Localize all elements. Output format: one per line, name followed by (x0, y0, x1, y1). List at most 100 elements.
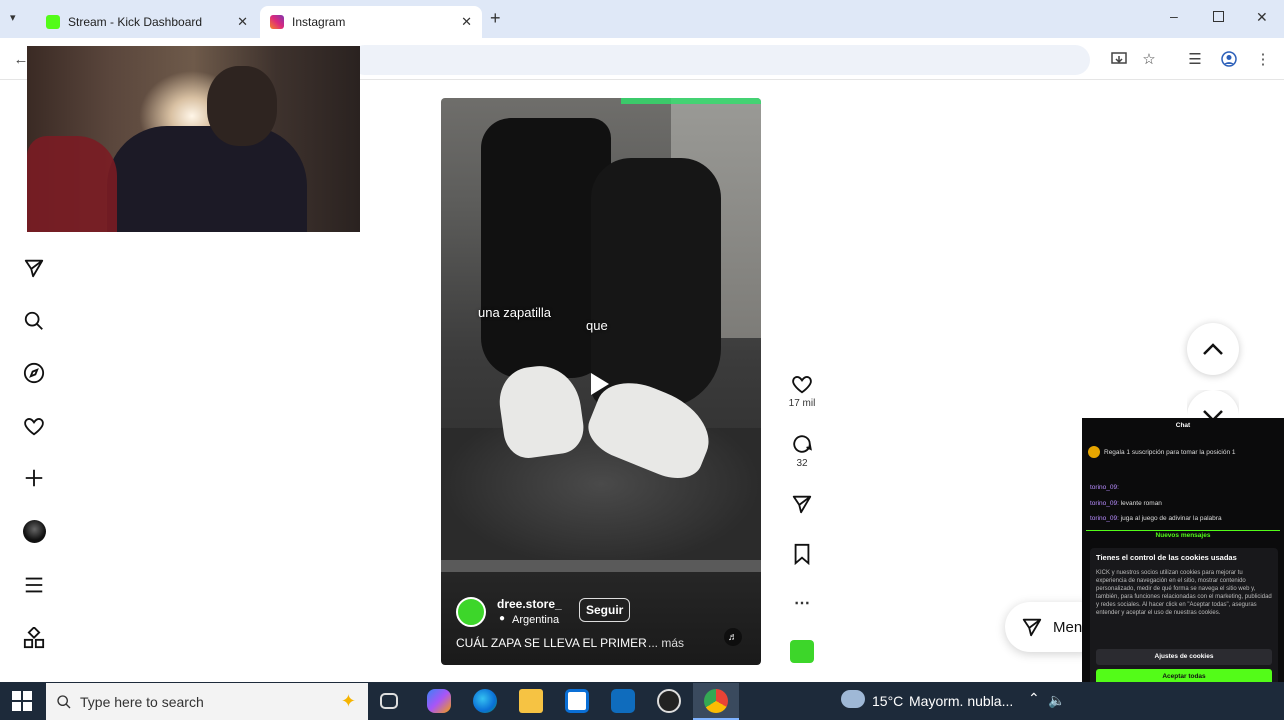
task-view-icon[interactable] (380, 693, 398, 709)
cookie-consent-panel: Tienes el control de las cookies usadas … (1090, 548, 1278, 686)
browser-menu-icon[interactable]: ⋮ (1252, 48, 1274, 70)
bookmark-star-icon[interactable]: ☆ (1138, 48, 1160, 70)
windows-logo-icon (12, 691, 32, 711)
tab-title: Stream - Kick Dashboard (68, 15, 203, 29)
edge-browser-icon[interactable] (473, 689, 497, 713)
close-tab-icon[interactable]: ✕ (461, 14, 472, 30)
chat-text: juga al juego de adivinar la palabra (1120, 515, 1222, 522)
maximize-icon[interactable] (1213, 11, 1224, 22)
profile-avatar[interactable] (22, 519, 46, 543)
audio-thumbnail[interactable] (790, 640, 814, 663)
weather-description[interactable]: Mayorm. nubla... (909, 693, 1013, 709)
bookmark-icon[interactable] (792, 543, 812, 565)
tab-kick-dashboard[interactable]: Stream - Kick Dashboard ✕ (36, 6, 258, 38)
cookies-title: Tienes el control de las cookies usadas (1096, 553, 1237, 562)
reel-video[interactable]: una zapatilla que dree.store_ ● Argentin… (441, 98, 761, 665)
outlook-icon[interactable] (611, 689, 635, 713)
tray-chevron-up-icon[interactable]: ⌃ (1028, 690, 1040, 707)
desk-light-strip (621, 98, 761, 104)
share-action[interactable] (788, 493, 816, 515)
search-icon[interactable] (22, 309, 46, 333)
install-app-icon[interactable] (1108, 48, 1130, 70)
chat-username[interactable]: torino_09: (1090, 484, 1119, 491)
create-plus-icon[interactable] (22, 466, 46, 490)
next-reel-button[interactable] (1187, 390, 1239, 420)
tab-instagram[interactable]: Instagram ✕ (260, 6, 482, 38)
chrome-icon[interactable] (704, 689, 728, 713)
tab-title: Instagram (292, 15, 346, 29)
webcam-blanket (27, 136, 117, 232)
webcam-person (107, 126, 307, 232)
more-link[interactable]: ... más (648, 636, 684, 650)
chat-text: levante roman (1120, 500, 1162, 507)
explore-icon[interactable] (22, 361, 46, 385)
like-action[interactable]: 17 mil (788, 373, 816, 409)
weather-icon[interactable] (841, 690, 865, 708)
file-explorer-icon[interactable] (519, 689, 543, 713)
description-text: CUÁL ZAPA SE LLEVA EL PRIMER (456, 636, 647, 650)
chat-title: Chat (1175, 422, 1191, 429)
pinned-text: Regala 1 suscripción para tomar la posic… (1104, 448, 1236, 456)
obs-recorder-icon[interactable] (657, 689, 681, 713)
taskbar-search-box[interactable]: Type here to search ✦ (46, 683, 368, 720)
apps-icon[interactable] (22, 626, 46, 650)
close-window-icon[interactable]: ✕ (1256, 9, 1268, 26)
chat-message: torino_09: levante roman (1090, 500, 1162, 507)
sound-icon[interactable]: ♬ (724, 628, 742, 646)
copilot-icon[interactable] (427, 689, 451, 713)
location-pin-icon: ● (499, 613, 506, 624)
chat-username[interactable]: torino_09: (1090, 515, 1119, 522)
caption-text-2: que (586, 318, 608, 333)
pinned-badge-icon (1088, 446, 1100, 458)
notifications-heart-icon[interactable] (22, 414, 46, 438)
search-icon (57, 694, 71, 708)
search-highlight-icon: ✦ (340, 691, 356, 711)
minimize-icon[interactable]: – (1170, 8, 1178, 24)
follow-button[interactable]: Seguir (579, 598, 631, 622)
taskbar-search-placeholder: Type here to search (80, 693, 204, 710)
direct-send-icon[interactable] (22, 256, 46, 280)
play-icon[interactable] (591, 373, 609, 395)
cookies-body: KICK y nuestros socios utilizan cookies … (1096, 570, 1272, 617)
messages-label: Men (1053, 618, 1083, 636)
share-send-icon[interactable] (791, 493, 813, 515)
chat-username[interactable]: torino_09: (1090, 500, 1119, 507)
chat-message: torino_09: juga al juego de adivinar la … (1090, 515, 1222, 522)
more-options-icon[interactable]: ⋯ (788, 593, 816, 613)
comment-bubble-icon[interactable] (791, 433, 813, 455)
instagram-favicon-icon (270, 15, 284, 29)
save-action[interactable] (788, 543, 816, 565)
weather-temperature[interactable]: 15°C (872, 693, 903, 709)
microsoft-store-icon[interactable] (565, 689, 589, 713)
start-button[interactable] (12, 691, 32, 711)
messages-send-icon (1022, 618, 1042, 637)
new-messages-divider[interactable]: Nuevos mensajes (1086, 530, 1280, 539)
chevron-up-icon (1203, 343, 1223, 355)
pants-right-leg (591, 158, 721, 408)
chat-message: torino_09: (1090, 484, 1119, 491)
account-avatar[interactable] (456, 597, 486, 627)
webcam-head (207, 66, 277, 146)
kick-chat-overlay: Chat Regala 1 suscripción para tomar la … (1082, 418, 1284, 690)
comment-action[interactable]: 32 (788, 433, 816, 469)
volume-icon[interactable]: 🔈 (1048, 692, 1065, 709)
like-heart-icon[interactable] (791, 373, 813, 395)
address-bar[interactable] (350, 45, 1090, 75)
profile-icon[interactable] (1218, 48, 1240, 70)
webcam-overlay (27, 46, 360, 232)
like-count: 17 mil (788, 398, 816, 409)
location-text[interactable]: Argentina (512, 614, 559, 626)
account-name[interactable]: dree.store_ (497, 597, 562, 611)
browser-tab-bar: ▾ Stream - Kick Dashboard ✕ Instagram ✕ … (0, 0, 1284, 38)
more-menu-icon[interactable] (22, 573, 46, 597)
tab-list-dropdown-icon[interactable]: ▾ (10, 11, 16, 24)
comment-count: 32 (796, 458, 808, 469)
kick-favicon-icon (46, 15, 60, 29)
cookie-settings-button[interactable]: Ajustes de cookies (1096, 649, 1272, 665)
media-controls-icon[interactable]: ☰ (1184, 48, 1206, 70)
new-tab-button[interactable]: + (490, 8, 501, 29)
chat-pinned-banner: Regala 1 suscripción para tomar la posic… (1088, 442, 1278, 462)
previous-reel-button[interactable] (1187, 323, 1239, 375)
close-tab-icon[interactable]: ✕ (237, 14, 248, 30)
caption-text-1: una zapatilla (478, 305, 551, 320)
